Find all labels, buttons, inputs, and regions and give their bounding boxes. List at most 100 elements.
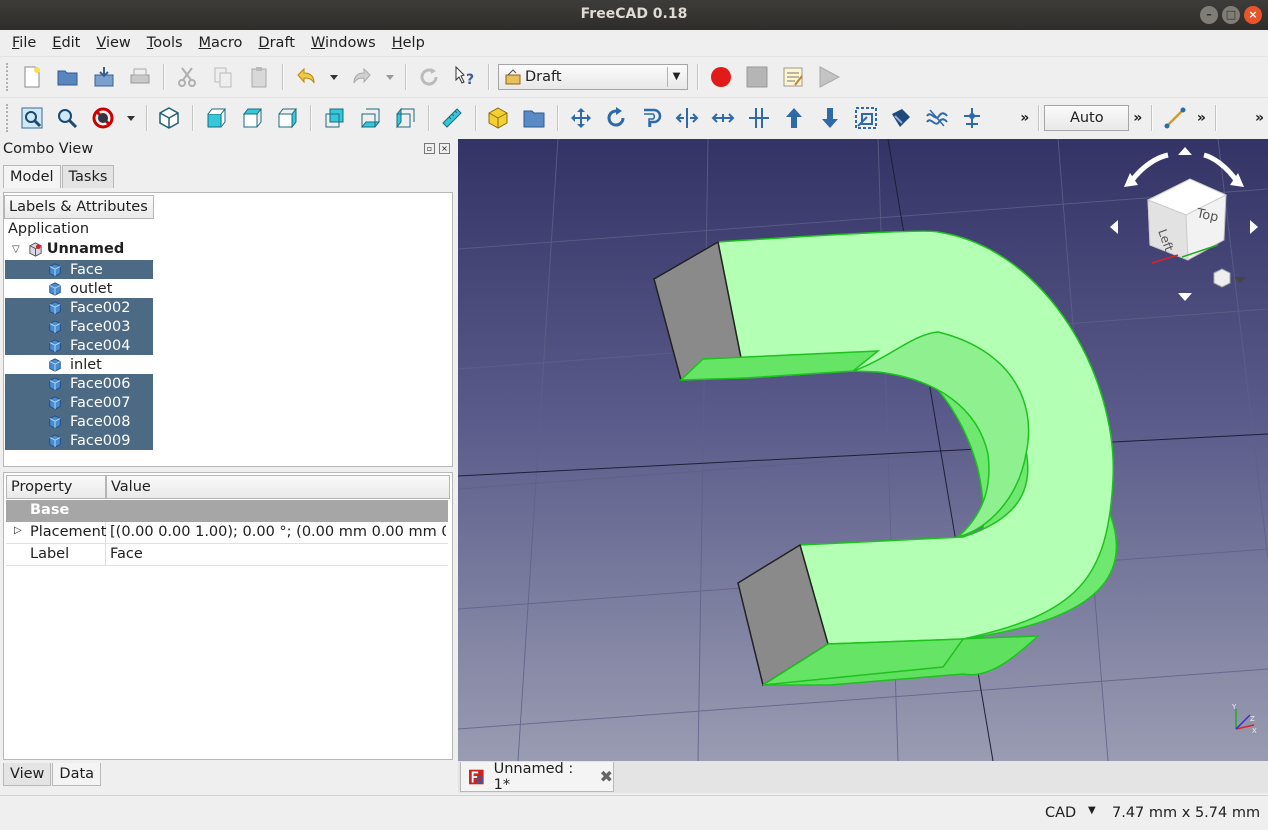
front-view-icon[interactable] bbox=[201, 103, 231, 133]
tab-view[interactable]: View bbox=[3, 763, 52, 786]
upgrade-join-icon[interactable] bbox=[708, 103, 738, 133]
menu-help[interactable]: Help bbox=[384, 35, 433, 51]
value-column-header[interactable]: Value bbox=[106, 475, 450, 499]
copy-icon[interactable] bbox=[208, 62, 238, 92]
split-icon[interactable] bbox=[744, 103, 774, 133]
tree-item-face004[interactable]: Face004 bbox=[5, 336, 153, 355]
fit-selection-icon[interactable] bbox=[53, 103, 83, 133]
tree-item-face002[interactable]: Face002 bbox=[5, 298, 153, 317]
stop-macro-icon[interactable] bbox=[742, 62, 772, 92]
navigation-style-selector[interactable]: CAD bbox=[1045, 805, 1076, 821]
expand-arrow-icon[interactable]: ▷ bbox=[14, 525, 22, 536]
menu-macro[interactable]: Macro bbox=[191, 35, 251, 51]
tree-column-header[interactable]: Labels & Attributes bbox=[4, 195, 154, 219]
float-panel-icon[interactable]: ▫ bbox=[424, 143, 435, 154]
draw-style-icon[interactable] bbox=[88, 103, 118, 133]
shape-2d-view-icon[interactable] bbox=[886, 103, 916, 133]
close-button[interactable]: × bbox=[1244, 6, 1262, 24]
tree-item-face007[interactable]: Face007 bbox=[5, 393, 153, 412]
tree-item-outlet[interactable]: outlet bbox=[5, 279, 153, 298]
chevron-down-icon[interactable]: ▼ bbox=[1088, 805, 1096, 816]
redo-icon[interactable] bbox=[347, 62, 377, 92]
measure-distance-icon[interactable] bbox=[437, 103, 467, 133]
menu-file[interactable]: File bbox=[4, 35, 44, 51]
new-document-icon[interactable] bbox=[17, 62, 47, 92]
tab-data[interactable]: Data bbox=[52, 763, 102, 786]
property-value[interactable]: [(0.00 0.00 1.00); 0.00 °; (0.00 mm 0.00… bbox=[106, 522, 446, 543]
right-view-icon[interactable] bbox=[272, 103, 302, 133]
property-row-placement[interactable]: ▷ Placement [(0.00 0.00 1.00); 0.00 °; (0… bbox=[6, 522, 448, 544]
bottom-view-icon[interactable] bbox=[355, 103, 385, 133]
paste-icon[interactable] bbox=[244, 62, 274, 92]
upgrade-icon[interactable] bbox=[780, 103, 810, 133]
refresh-icon[interactable] bbox=[414, 62, 444, 92]
overflow-chevron[interactable]: » bbox=[1197, 110, 1206, 126]
fit-all-icon[interactable] bbox=[17, 103, 47, 133]
offset-icon[interactable] bbox=[637, 103, 667, 133]
tree-item-face006[interactable]: Face006 bbox=[5, 374, 153, 393]
toolbar-grip[interactable] bbox=[6, 103, 10, 132]
left-view-icon[interactable] bbox=[390, 103, 420, 133]
view-menu-cube-icon[interactable] bbox=[1213, 268, 1246, 288]
expand-arrow-icon[interactable]: ▽ bbox=[12, 244, 20, 255]
isometric-view-icon[interactable] bbox=[155, 103, 185, 133]
scale-icon[interactable] bbox=[851, 103, 881, 133]
open-icon[interactable] bbox=[53, 62, 83, 92]
axis-z-label: Z bbox=[1250, 715, 1255, 723]
document-tab-unnamed[interactable]: Unnamed : 1* ✖ bbox=[460, 761, 614, 793]
wire-to-bspline-icon[interactable] bbox=[922, 103, 952, 133]
trim-icon[interactable] bbox=[673, 103, 703, 133]
tree-document-node[interactable]: ▽ Unnamed bbox=[12, 241, 124, 257]
undo-icon[interactable] bbox=[291, 62, 321, 92]
create-group-icon[interactable] bbox=[519, 103, 549, 133]
menu-edit[interactable]: Edit bbox=[44, 35, 88, 51]
run-macro-icon[interactable] bbox=[814, 62, 844, 92]
overflow-chevron[interactable]: » bbox=[1255, 110, 1264, 126]
line-icon[interactable] bbox=[1160, 103, 1190, 133]
tab-model[interactable]: Model bbox=[3, 165, 61, 188]
create-part-icon[interactable] bbox=[484, 103, 514, 133]
property-value[interactable]: Face bbox=[106, 544, 446, 565]
draft-to-sketch-icon[interactable] bbox=[958, 103, 988, 133]
whats-this-icon[interactable]: ? bbox=[450, 62, 480, 92]
minimize-button[interactable]: – bbox=[1200, 6, 1218, 24]
edit-macro-icon[interactable] bbox=[778, 62, 808, 92]
rotate-icon[interactable] bbox=[601, 103, 631, 133]
downgrade-icon[interactable] bbox=[815, 103, 845, 133]
menu-draft[interactable]: Draft bbox=[250, 35, 303, 51]
record-macro-icon[interactable] bbox=[706, 62, 736, 92]
close-tab-icon[interactable]: ✖ bbox=[600, 767, 613, 786]
save-icon[interactable] bbox=[89, 62, 119, 92]
move-icon[interactable] bbox=[566, 103, 596, 133]
tree-item-face003[interactable]: Face003 bbox=[5, 317, 153, 336]
menu-bar: File Edit View Tools Macro Draft Windows… bbox=[0, 30, 1268, 56]
draw-style-auto-button[interactable]: Auto bbox=[1044, 104, 1130, 131]
close-panel-icon[interactable]: × bbox=[439, 143, 450, 154]
overflow-chevron[interactable]: » bbox=[1133, 110, 1142, 126]
freecad-logo-icon bbox=[469, 769, 484, 784]
property-column-header[interactable]: Property bbox=[6, 475, 106, 499]
menu-view[interactable]: View bbox=[88, 35, 138, 51]
property-key: Label bbox=[30, 546, 70, 562]
top-view-icon[interactable] bbox=[237, 103, 267, 133]
undo-dropdown-icon[interactable] bbox=[326, 62, 342, 92]
tree-item-face008[interactable]: Face008 bbox=[5, 412, 153, 431]
property-row-label[interactable]: Label Face bbox=[6, 544, 448, 566]
cut-icon[interactable] bbox=[172, 62, 202, 92]
rear-view-icon[interactable] bbox=[319, 103, 349, 133]
menu-windows[interactable]: Windows bbox=[303, 35, 384, 51]
toolbar-grip[interactable] bbox=[6, 62, 10, 91]
redo-dropdown-icon[interactable] bbox=[382, 62, 398, 92]
print-icon[interactable] bbox=[125, 62, 155, 92]
workbench-selector[interactable]: Draft ▼ bbox=[498, 63, 688, 90]
menu-tools[interactable]: Tools bbox=[139, 35, 191, 51]
draw-style-dropdown-icon[interactable] bbox=[123, 103, 139, 133]
3d-viewport[interactable]: Top Left Y Z X bbox=[458, 139, 1268, 761]
overflow-chevron[interactable]: » bbox=[1020, 110, 1029, 126]
tree-item-inlet[interactable]: inlet bbox=[5, 355, 153, 374]
navigation-cube[interactable]: Top Left bbox=[1108, 145, 1263, 305]
tree-item-face009[interactable]: Face009 bbox=[5, 431, 153, 450]
maximize-button[interactable]: □ bbox=[1222, 6, 1240, 24]
tab-tasks[interactable]: Tasks bbox=[61, 165, 115, 188]
tree-item-face[interactable]: Face bbox=[5, 260, 153, 279]
